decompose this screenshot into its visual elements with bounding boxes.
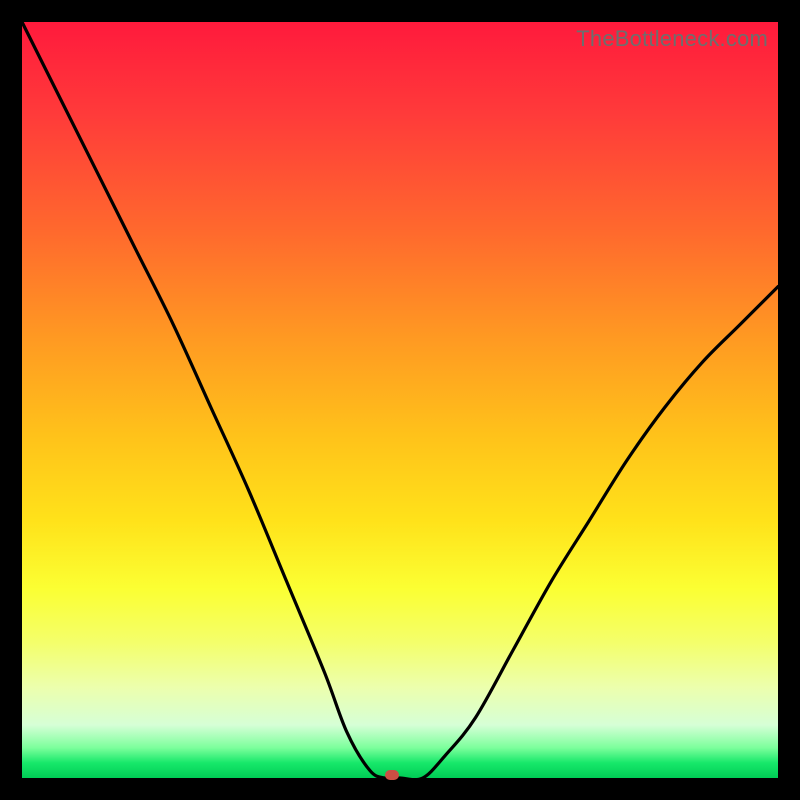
chart-frame: TheBottleneck.com	[0, 0, 800, 800]
bottleneck-curve	[22, 22, 778, 778]
plot-area: TheBottleneck.com	[22, 22, 778, 778]
optimum-marker-icon	[385, 770, 399, 780]
